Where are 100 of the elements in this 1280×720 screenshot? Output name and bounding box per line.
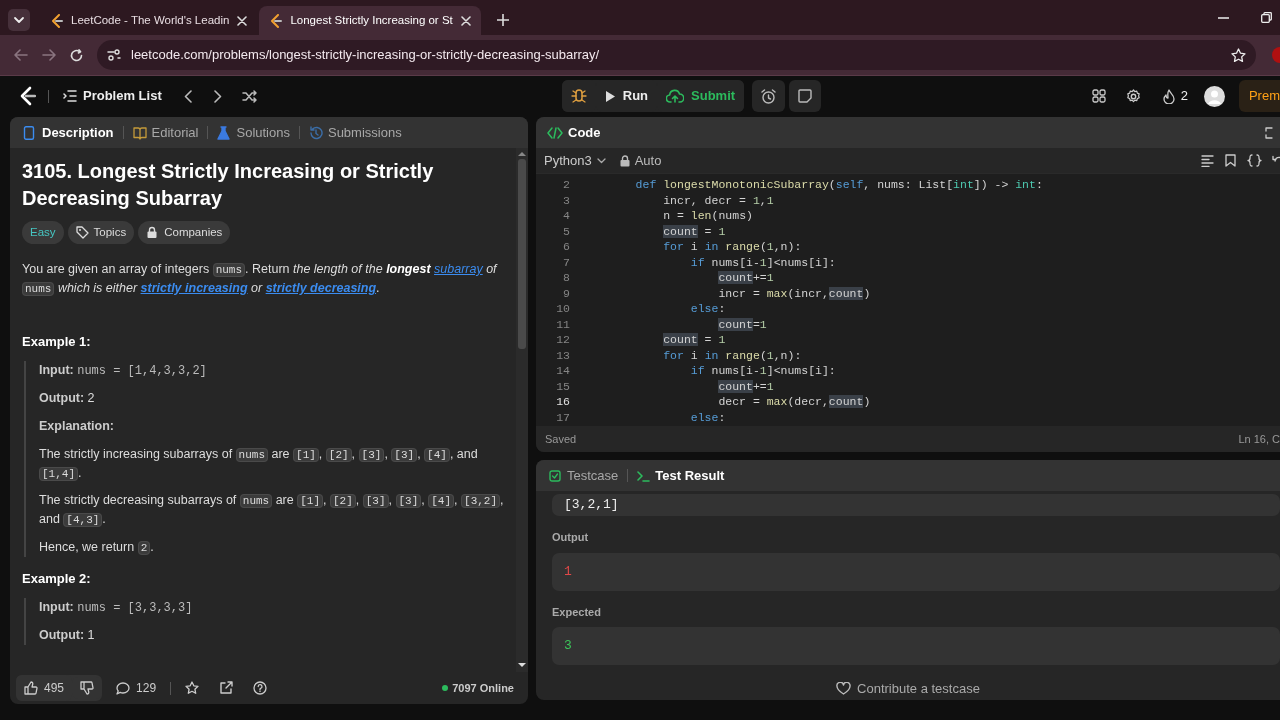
browser-tab[interactable]: Longest Strictly Increasing or St bbox=[259, 6, 481, 35]
panel-tab[interactable]: Editorial bbox=[127, 120, 204, 145]
code-line: decr = max(decr,count) bbox=[717, 394, 871, 410]
help-icon[interactable] bbox=[253, 681, 268, 695]
online-dot-icon bbox=[442, 685, 449, 691]
book-icon bbox=[132, 125, 147, 140]
comments-button[interactable]: 129 bbox=[108, 675, 165, 701]
line-number: 16 bbox=[555, 394, 570, 410]
panel-tab[interactable]: Description bbox=[18, 120, 119, 145]
braces-icon[interactable] bbox=[1247, 154, 1262, 167]
browser-tab[interactable]: LeetCode - The World's Leadin bbox=[40, 6, 258, 35]
flame-icon bbox=[1162, 88, 1175, 104]
topic-tag[interactable]: Topics bbox=[67, 221, 135, 245]
code-line: if nums[i-1]<nums[i]: bbox=[689, 254, 836, 270]
code-line: incr, decr = 1,1 bbox=[662, 192, 774, 208]
code-line: for i in range(1,n): bbox=[662, 347, 802, 363]
example-heading: Example 2: bbox=[22, 569, 92, 588]
term-link[interactable]: strictly increasing bbox=[140, 281, 248, 295]
layout-grid-icon[interactable] bbox=[1091, 89, 1106, 103]
line-number: 2 bbox=[562, 177, 570, 193]
result-label: Output bbox=[552, 530, 590, 545]
cursor-position: Ln 16, C bbox=[1238, 431, 1280, 447]
panel-tab[interactable]: Test Result bbox=[632, 463, 730, 488]
example-output-text: Output: 1 bbox=[39, 627, 96, 644]
line-number: 4 bbox=[562, 208, 570, 224]
input-value: [3,2,1] bbox=[552, 494, 1280, 516]
code-line: count = 1 bbox=[662, 223, 726, 239]
line-number: 9 bbox=[562, 285, 570, 301]
streak-button[interactable]: 2 bbox=[1156, 82, 1194, 110]
panel-tab[interactable]: Submissions bbox=[303, 120, 407, 145]
close-icon[interactable] bbox=[237, 15, 248, 26]
note-button[interactable] bbox=[789, 80, 822, 112]
problem-statement: You are given an array of integers nums . Return the length of the longest subarray of nums which is either strictly increasing or strictly decreasing. bbox=[22, 261, 499, 298]
language-dropdown[interactable]: Python3 bbox=[544, 150, 606, 171]
line-number: 11 bbox=[555, 316, 570, 332]
next-icon[interactable] bbox=[213, 89, 222, 103]
code-line: count+=1 bbox=[717, 378, 774, 394]
play-icon bbox=[604, 89, 616, 103]
thumbs-up-icon bbox=[24, 681, 38, 695]
format-icon[interactable] bbox=[1201, 154, 1214, 167]
shuffle-icon[interactable] bbox=[241, 89, 257, 103]
result-value: 1 bbox=[552, 552, 1280, 591]
code-line: count+=1 bbox=[717, 270, 774, 286]
reload-icon[interactable] bbox=[70, 48, 83, 62]
code-line: if nums[i-1]<nums[i]: bbox=[689, 363, 836, 379]
contribute-testcase-button[interactable]: Contribute a testcase bbox=[830, 675, 986, 700]
forward-icon[interactable] bbox=[42, 49, 56, 61]
comment-icon bbox=[116, 681, 131, 695]
premium-button[interactable]: Prem bbox=[1238, 80, 1280, 112]
list-icon bbox=[63, 90, 77, 102]
share-icon[interactable] bbox=[219, 681, 234, 695]
line-number: 15 bbox=[555, 378, 570, 394]
code-line: else: bbox=[689, 301, 726, 317]
result-value: 3 bbox=[552, 627, 1280, 665]
example-output-text: Output: 2 bbox=[39, 390, 96, 408]
back-icon[interactable] bbox=[14, 49, 28, 61]
code-line: count=1 bbox=[717, 316, 767, 332]
history-icon bbox=[308, 125, 323, 140]
close-icon[interactable] bbox=[460, 15, 471, 26]
tab-list-icon[interactable] bbox=[8, 9, 30, 31]
scrollbar-thumb[interactable] bbox=[518, 159, 526, 349]
code-panel-tab[interactable]: Code bbox=[542, 120, 606, 145]
bookmark-icon[interactable] bbox=[1225, 154, 1236, 167]
panel-tab[interactable]: Solutions bbox=[212, 120, 295, 145]
example-input-text: Input: nums = [3,3,3,3] bbox=[39, 599, 194, 617]
new-tab-icon[interactable] bbox=[496, 14, 509, 26]
avatar-icon[interactable] bbox=[1203, 85, 1225, 107]
flask-icon bbox=[217, 125, 232, 140]
example-heading: Example 1: bbox=[22, 332, 92, 351]
code-line: def longestMonotonicSubarray(self, nums: List[int]) -> int: bbox=[634, 177, 1043, 193]
line-number: 12 bbox=[555, 332, 570, 348]
restore-icon[interactable] bbox=[1261, 12, 1272, 23]
description-icon bbox=[23, 125, 37, 140]
settings-icon[interactable] bbox=[1125, 88, 1141, 104]
alarm-clock-button[interactable] bbox=[752, 80, 786, 112]
companies-tag[interactable]: Companies bbox=[138, 221, 231, 245]
code-line: n = len(nums) bbox=[662, 208, 753, 224]
thumbs-down-icon bbox=[80, 681, 95, 695]
line-number: 5 bbox=[562, 223, 570, 239]
tag-icon bbox=[75, 226, 89, 240]
term-link[interactable]: strictly decreasing bbox=[265, 281, 377, 295]
previous-icon[interactable] bbox=[183, 89, 192, 103]
code-line: count = 1 bbox=[662, 332, 726, 348]
fullscreen-icon[interactable] bbox=[1265, 126, 1274, 139]
star-icon[interactable] bbox=[185, 681, 200, 695]
save-status: Saved bbox=[545, 431, 577, 447]
difficulty-tag[interactable]: Easy bbox=[22, 221, 64, 245]
problem-title: 3105. Longest Strictly Increasing or Strictly Decreasing Subarray bbox=[22, 159, 435, 211]
checkbox-icon bbox=[549, 469, 562, 482]
auto-complete-toggle[interactable]: Auto bbox=[619, 150, 662, 171]
problem-list-button[interactable]: Problem List bbox=[57, 82, 168, 110]
cloud-upload-icon bbox=[666, 89, 685, 103]
bug-icon bbox=[570, 88, 587, 104]
line-number: 13 bbox=[555, 347, 570, 363]
explanation-label: Explanation: bbox=[39, 418, 115, 435]
scroll-down-icon[interactable] bbox=[518, 662, 526, 668]
term-link[interactable]: subarray bbox=[434, 262, 483, 277]
scroll-up-icon[interactable] bbox=[518, 151, 526, 157]
site-info-icon[interactable] bbox=[107, 49, 121, 61]
panel-tab[interactable]: Testcase bbox=[544, 463, 624, 488]
